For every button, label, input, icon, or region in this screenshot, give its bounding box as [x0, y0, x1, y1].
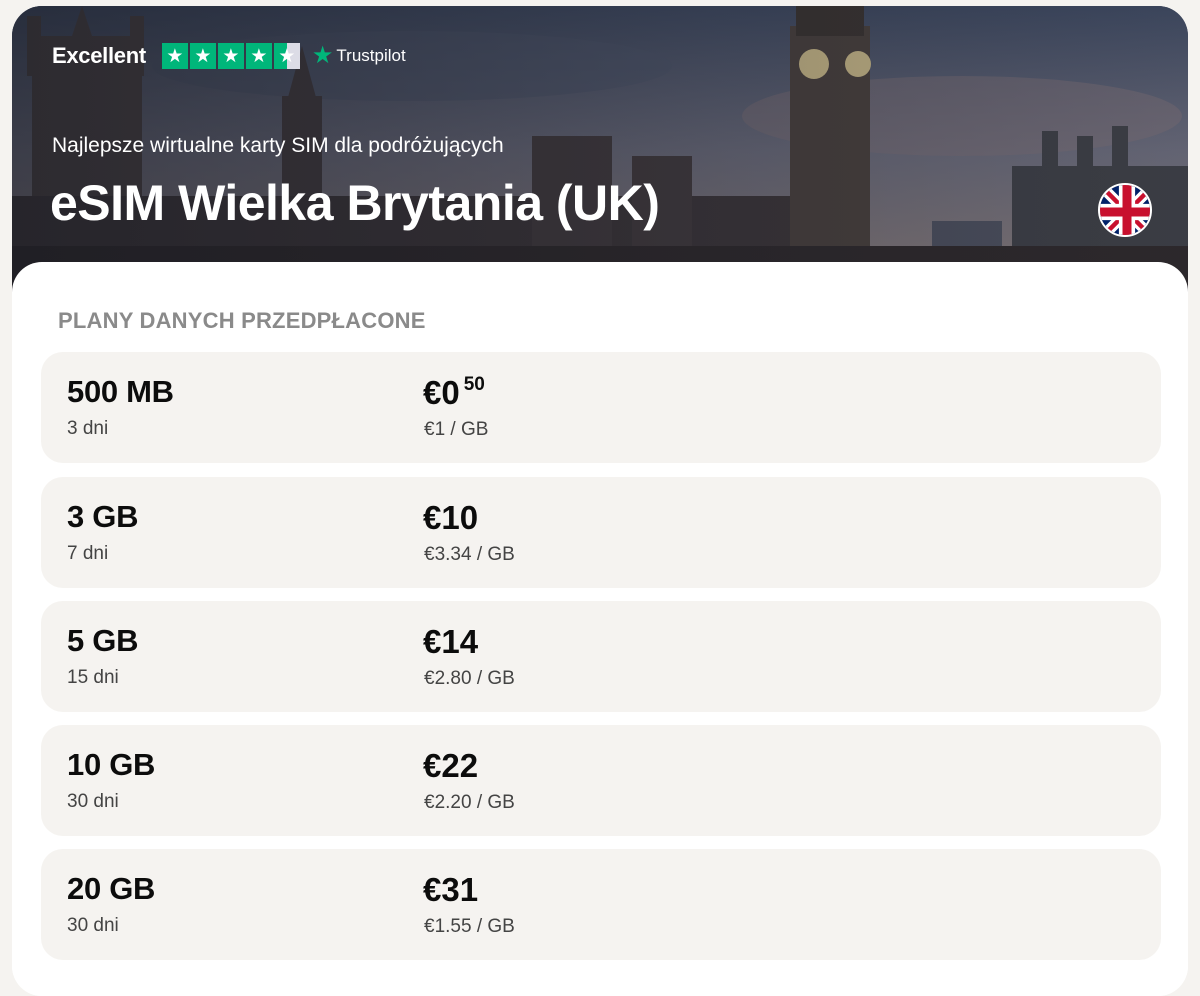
star-icon: ★ [189, 43, 216, 69]
plan-price-per-gb: €1.55 / GB [424, 916, 515, 937]
plan-row-10gb[interactable]: 10 GB 30 dni €22 €2.20 / GB [41, 725, 1161, 836]
hero-subtitle: Najlepsze wirtualne karty SIM dla podróż… [52, 134, 504, 157]
trustpilot-star-icon: ★ [311, 42, 334, 69]
plan-duration: 30 dni [67, 915, 119, 936]
star-icon: ★ [161, 43, 188, 69]
plan-price: €22 [423, 747, 479, 784]
star-icon: ★ [245, 43, 272, 69]
plan-data-amount: 500 MB [67, 374, 174, 409]
plan-duration: 3 dni [67, 418, 109, 439]
plan-price-main: €0 [423, 374, 460, 411]
plan-price-per-gb: €3.34 / GB [424, 544, 515, 565]
plan-price-per-gb: €2.20 / GB [424, 792, 515, 813]
trustpilot-brand: Trustpilot [336, 46, 406, 65]
plan-price: €14 [423, 623, 479, 660]
trustpilot-stars: ★ ★ ★ ★ ★ [161, 43, 300, 69]
plans-panel: PLANY DANYCH PRZEDPŁACONE 500 MB 3 dni €… [12, 262, 1188, 996]
plan-data-amount: 5 GB [67, 623, 139, 658]
plan-price-per-gb: €2.80 / GB [424, 668, 515, 689]
uk-flag-icon [1098, 183, 1152, 237]
plan-duration: 30 dni [67, 791, 119, 812]
plan-row-500mb[interactable]: 500 MB 3 dni €0 50 €1 / GB [41, 352, 1161, 463]
plan-duration: 7 dni [67, 543, 109, 564]
plan-row-3gb[interactable]: 3 GB 7 dni €10 €3.34 / GB [41, 477, 1161, 588]
plan-price: €10 [423, 499, 479, 536]
plan-price: €0 50 [423, 374, 485, 412]
half-star-icon: ★ [273, 43, 300, 69]
plan-price: €31 [423, 871, 479, 908]
plan-row-5gb[interactable]: 5 GB 15 dni €14 €2.80 / GB [41, 601, 1161, 712]
plan-duration: 15 dni [67, 667, 119, 688]
plan-price-cents: 50 [463, 374, 485, 395]
plan-data-amount: 3 GB [67, 499, 139, 534]
trustpilot-logo: ★ Trustpilot [312, 44, 406, 68]
plan-data-amount: 10 GB [67, 747, 156, 782]
hero-banner: Excellent ★ ★ ★ ★ ★ ★ Trustpilot Najleps… [12, 6, 1188, 296]
trustpilot-widget[interactable]: Excellent ★ ★ ★ ★ ★ ★ Trustpilot [52, 42, 406, 70]
plan-data-amount: 20 GB [67, 871, 156, 906]
section-label: PLANY DANYCH PRZEDPŁACONE [58, 308, 426, 333]
star-icon: ★ [217, 43, 244, 69]
plan-price-per-gb: €1 / GB [424, 419, 489, 440]
page-title: eSIM Wielka Brytania (UK) [50, 175, 660, 231]
trustpilot-rating-label: Excellent [52, 43, 146, 68]
plan-row-20gb[interactable]: 20 GB 30 dni €31 €1.55 / GB [41, 849, 1161, 960]
esim-card: Excellent ★ ★ ★ ★ ★ ★ Trustpilot Najleps… [12, 6, 1188, 996]
